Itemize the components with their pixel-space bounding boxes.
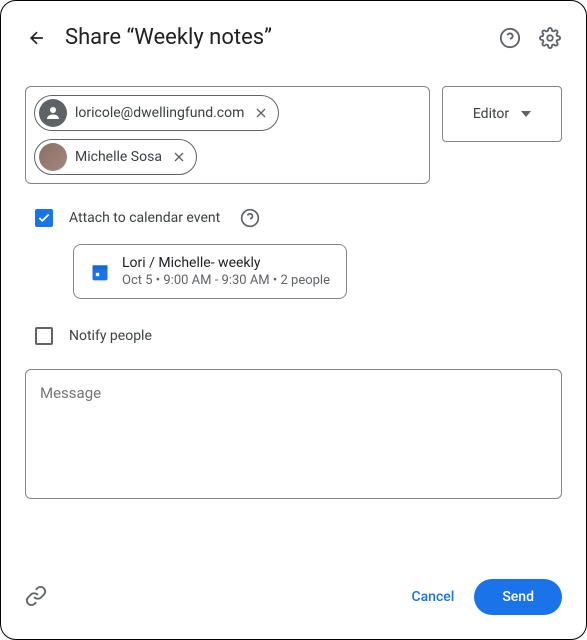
dialog-title: Share “Weekly notes” — [65, 25, 482, 50]
copy-link-button[interactable] — [25, 585, 49, 609]
attach-event-help[interactable] — [240, 208, 260, 228]
help-button[interactable] — [498, 26, 522, 50]
settings-button[interactable] — [538, 26, 562, 50]
close-icon — [253, 105, 269, 121]
chip-label: loricole@dwellingfund.com — [75, 105, 244, 121]
link-icon — [25, 585, 47, 607]
chip-remove-button[interactable] — [170, 148, 188, 166]
avatar-photo — [39, 143, 67, 171]
chip-label: Michelle Sosa — [75, 149, 162, 165]
message-input[interactable] — [25, 369, 562, 499]
role-dropdown[interactable]: Editor — [442, 86, 562, 142]
calendar-event-card[interactable]: Lori / Michelle- weekly Oct 5 • 9:00 AM … — [73, 244, 347, 299]
attach-event-label: Attach to calendar event — [69, 210, 220, 226]
send-button[interactable]: Send — [474, 579, 562, 615]
cancel-button[interactable]: Cancel — [391, 579, 474, 615]
calendar-icon — [90, 262, 110, 282]
gear-icon — [539, 27, 561, 49]
event-title: Lori / Michelle- weekly — [122, 255, 330, 271]
arrow-left-icon — [27, 28, 47, 48]
check-icon — [37, 211, 51, 225]
recipient-chip[interactable]: Michelle Sosa — [34, 139, 197, 175]
chip-remove-button[interactable] — [252, 104, 270, 122]
help-circle-icon — [240, 208, 260, 228]
back-button[interactable] — [25, 26, 49, 50]
event-details: Oct 5 • 9:00 AM - 9:30 AM • 2 people — [122, 273, 330, 288]
recipient-chip[interactable]: loricole@dwellingfund.com — [34, 95, 279, 131]
notify-people-checkbox[interactable] — [35, 327, 53, 345]
chevron-down-icon — [521, 111, 531, 117]
help-circle-icon — [499, 27, 521, 49]
attach-event-checkbox[interactable] — [35, 209, 53, 227]
role-label: Editor — [473, 106, 509, 122]
avatar-default-icon — [39, 99, 67, 127]
notify-people-label: Notify people — [69, 328, 152, 344]
dialog-header: Share “Weekly notes” — [25, 25, 562, 50]
recipients-input[interactable]: loricole@dwellingfund.com Michelle Sosa — [25, 86, 430, 184]
close-icon — [171, 149, 187, 165]
